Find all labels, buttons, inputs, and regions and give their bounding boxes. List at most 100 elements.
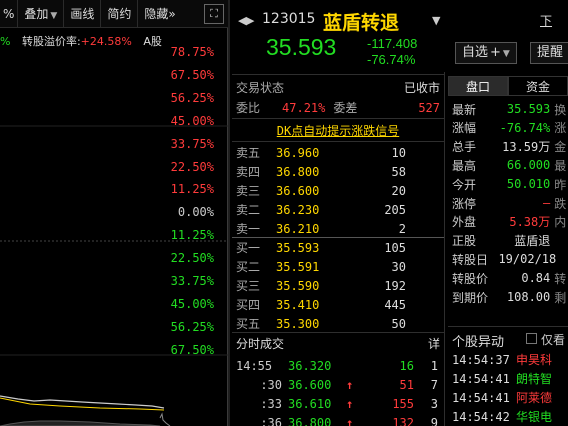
stat-row: 最新 35.593 换 — [452, 100, 568, 118]
ask-volume: 58 — [391, 164, 406, 179]
stat-value: 50.010 — [506, 177, 551, 192]
stock-type-label: A股 — [143, 35, 162, 48]
tab-pankou[interactable]: 盘口 — [448, 76, 508, 96]
y-axis-label: 45.00% — [170, 113, 214, 128]
dk-signal-link[interactable]: DK点自动提示涨跌信号 — [232, 121, 444, 140]
ask-price: 36.960 — [276, 145, 320, 160]
anomaly-item[interactable]: 14:54:37 申昊科 — [452, 350, 568, 369]
stat-row: 外盘 5.38万内 — [452, 213, 568, 231]
bid-row[interactable]: 买四 35.410 445 — [232, 295, 444, 314]
weicha-label: 委差 — [333, 101, 358, 115]
stat-label: 最高 — [452, 158, 477, 173]
fullscreen-icon[interactable]: ⛶ — [204, 3, 224, 24]
bid-volume: 445 — [384, 297, 406, 312]
stat-label: 涨幅 — [452, 121, 477, 136]
bid-volume: 50 — [391, 316, 406, 331]
panel-divider[interactable] — [228, 0, 230, 426]
last-price: 35.593 — [266, 34, 337, 60]
bid-label: 买三 — [236, 279, 261, 293]
y-axis-label: 11.25% — [170, 228, 214, 243]
stat-value: 0.84 — [521, 271, 551, 286]
tick-volume: 155 — [392, 396, 414, 411]
up-arrow-icon: ↑ — [346, 396, 354, 411]
bid-volume: 192 — [384, 278, 406, 293]
toolbar-cut-left[interactable]: % — [0, 0, 19, 28]
stat-truncated-label: 转 — [554, 271, 567, 286]
draw-line-button[interactable]: 画线 — [64, 0, 102, 28]
chart-canvas — [0, 125, 228, 426]
stat-truncated-label: 昨 — [554, 177, 567, 192]
intraday-chart[interactable] — [0, 28, 228, 426]
y-axis-label: 56.25% — [170, 90, 214, 105]
stat-label: 外盘 — [452, 215, 477, 230]
overlay-button[interactable]: 叠加 ▼ — [18, 0, 65, 28]
premium-value: +24.58% — [80, 35, 132, 48]
bid-price: 35.410 — [276, 297, 320, 312]
bid-row[interactable]: 买二 35.591 30 — [232, 257, 444, 276]
ask-row[interactable]: 卖一 36.210 2 — [232, 219, 444, 238]
quote-header: ◀ ▶ 123015 蓝盾转退 ▼ 35.593 -117.408 -76.74… — [232, 4, 568, 68]
anomaly-item[interactable]: 14:54:41 阿莱德 — [452, 388, 568, 407]
ticks-detail-button[interactable]: 详 — [428, 335, 440, 352]
info-prefix: % — [0, 35, 11, 48]
hide-button[interactable]: 隐藏» — [138, 0, 181, 28]
anomaly-item[interactable]: 14:54:42 华银电 — [452, 407, 568, 426]
stat-row: 涨停 — 跌 — [452, 194, 568, 212]
ask-row[interactable]: 卖三 36.600 20 — [232, 181, 444, 200]
y-axis-label: 45.00% — [170, 296, 214, 311]
weibi-value: 47.21% — [282, 100, 326, 115]
bid-price: 35.590 — [276, 278, 320, 293]
y-axis-label: 33.75% — [170, 136, 214, 151]
price-change: -117.408 -76.74% — [367, 36, 417, 68]
bid-price: 35.593 — [276, 240, 320, 255]
stat-value: 13.59万 — [502, 140, 551, 155]
stat-truncated-label: 最 — [554, 158, 567, 173]
stat-row: 正股 蓝盾退 — [452, 232, 568, 250]
stat-row: 涨幅 -76.74% 涨 — [452, 119, 568, 137]
premium-label: 转股溢价率: — [21, 35, 81, 48]
simple-mode-button[interactable]: 简约 — [101, 0, 139, 28]
only-watch-label: 仅看 — [541, 333, 566, 347]
tick-price: 36.320 — [288, 358, 332, 373]
ask-row[interactable]: 卖四 36.800 58 — [232, 162, 444, 181]
anomaly-stock: 朗特智 — [516, 372, 553, 386]
next-link[interactable]: 下 — [540, 12, 552, 29]
stat-value: -76.74% — [499, 120, 551, 135]
security-name: 蓝盾转退 — [323, 12, 400, 34]
chart-toolbar: % 叠加 ▼ 画线 简约 隐藏» ⛶ — [0, 0, 228, 28]
bid-row[interactable]: 买一 35.593 105 — [232, 238, 444, 257]
change-percent: -76.74% — [367, 52, 416, 67]
weicha-value: 527 — [418, 100, 440, 115]
chevron-right-icon[interactable]: ▶ — [246, 14, 254, 27]
only-watch-checkbox[interactable] — [526, 333, 537, 344]
stat-truncated-label: 内 — [554, 215, 567, 230]
tick-time: :30 — [260, 377, 282, 392]
status-value: 已收市 — [403, 81, 440, 95]
watchlist-label: 自选 — [462, 45, 489, 60]
watchlist-button[interactable]: 自选 + ▼ — [455, 42, 517, 64]
dropdown-arrow-icon[interactable]: ▼ — [432, 14, 440, 27]
stat-row: 最高 66.000 最 — [452, 156, 568, 174]
stat-truncated-label: 换 — [554, 102, 567, 117]
y-axis-label: 22.50% — [170, 251, 214, 266]
tick-row: :36 36.800 ↑ 132 9 — [232, 413, 444, 426]
ask-row[interactable]: 卖二 36.230 205 — [232, 200, 444, 219]
hide-label: 隐藏 — [144, 6, 169, 21]
bid-price: 35.591 — [276, 259, 320, 274]
y-axis-label: 22.50% — [170, 159, 214, 174]
change-amount: -117.408 — [367, 36, 418, 51]
overlay-label: 叠加 — [24, 6, 49, 21]
bid-row[interactable]: 买五 35.300 50 — [232, 314, 444, 333]
weibi-label: 委比 — [236, 101, 261, 115]
ask-label: 卖五 — [236, 146, 261, 160]
anomaly-item[interactable]: 14:54:41 朗特智 — [452, 369, 568, 388]
tab-zijin[interactable]: 资金 — [508, 76, 568, 96]
bid-row[interactable]: 买三 35.590 192 — [232, 276, 444, 295]
volume-tail — [159, 412, 171, 426]
tick-volume: 16 — [399, 358, 414, 373]
side-divider — [444, 72, 445, 426]
ask-row[interactable]: 卖五 36.960 10 — [232, 143, 444, 162]
stat-row: 转股价 0.84 转 — [452, 269, 568, 287]
ask-volume: 10 — [391, 145, 406, 160]
reminder-button[interactable]: 提醒 — [530, 42, 568, 64]
